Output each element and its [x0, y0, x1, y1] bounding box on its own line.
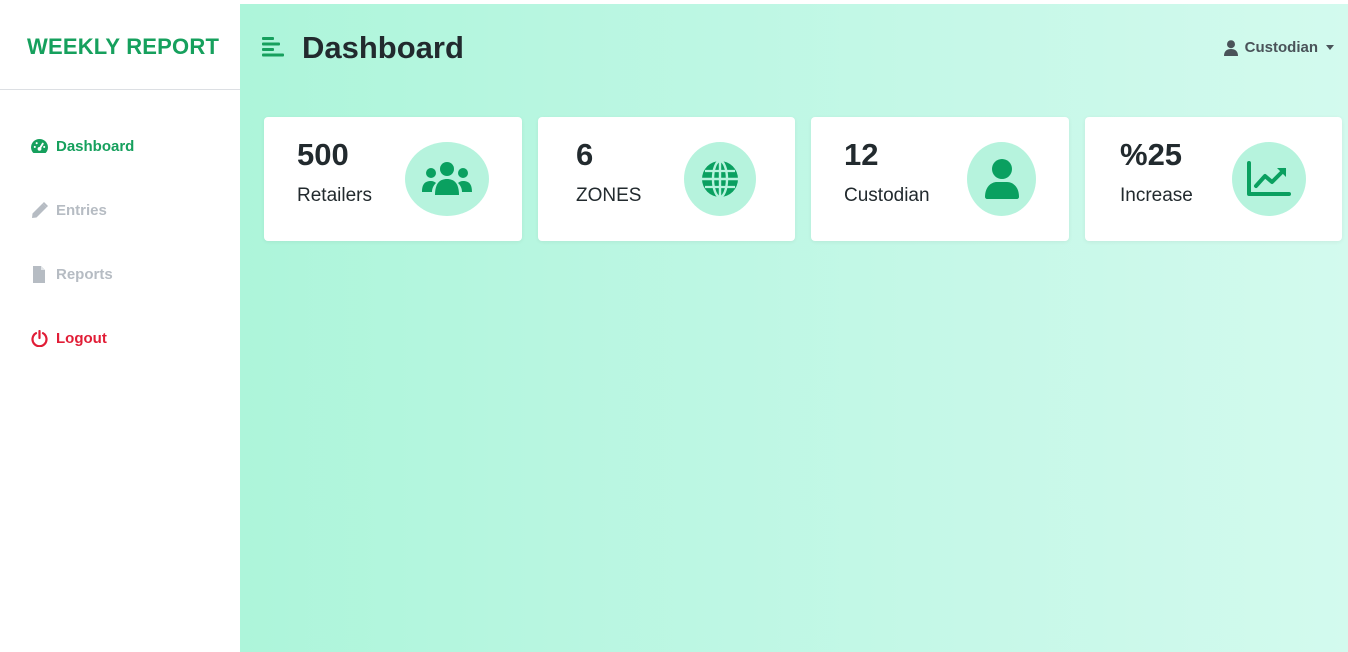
stat-label: Increase: [1120, 185, 1193, 206]
user-menu-dropdown[interactable]: Custodian: [1223, 39, 1334, 56]
gauge-icon: [29, 137, 49, 155]
stat-icon-circle: [684, 142, 756, 216]
stat-icon-circle: [967, 142, 1036, 216]
user-icon: [984, 159, 1019, 199]
sidebar-item-label: Logout: [56, 329, 107, 347]
top-header: Dashboard Custodian: [240, 4, 1348, 96]
sidebar-item-label: Dashboard: [56, 137, 135, 155]
user-icon: [1223, 39, 1238, 56]
globe-icon: [702, 159, 738, 199]
stat-card-increase[interactable]: %25 Increase: [1085, 117, 1342, 241]
sidebar-item-entries[interactable]: Entries: [0, 178, 240, 242]
power-icon: [29, 329, 49, 347]
file-icon: [29, 265, 49, 283]
stat-icon-circle: [405, 142, 489, 216]
brand-header: WEEKLY REPORT: [0, 4, 240, 90]
stat-value: %25: [1120, 137, 1183, 172]
stat-label: Custodian: [844, 185, 930, 206]
chart-line-icon: [1247, 161, 1291, 196]
stat-label: Retailers: [297, 185, 372, 206]
caret-down-icon: [1326, 45, 1334, 50]
sidebar-item-dashboard[interactable]: Dashboard: [0, 114, 240, 178]
stat-card-custodian[interactable]: 12 Custodian: [811, 117, 1069, 241]
stat-card-retailers[interactable]: 500 Retailers: [264, 117, 522, 241]
sidebar-item-reports[interactable]: Reports: [0, 242, 240, 306]
sidebar: WEEKLY REPORT Dashboard Entries Reports …: [0, 4, 240, 652]
stat-value: 6: [576, 137, 594, 172]
sidebar-item-logout[interactable]: Logout: [0, 306, 240, 370]
sidebar-item-label: Entries: [56, 201, 107, 219]
user-name: Custodian: [1244, 39, 1318, 56]
users-icon: [422, 162, 472, 195]
stat-card-zones[interactable]: 6 ZONES: [538, 117, 795, 241]
stat-icon-circle: [1232, 142, 1306, 216]
stat-label: ZONES: [576, 185, 642, 206]
main-content: Dashboard Custodian 500 Retailers 6 ZONE…: [240, 4, 1348, 652]
sidebar-item-label: Reports: [56, 265, 113, 283]
pencil-icon: [29, 201, 49, 219]
sidebar-nav: Dashboard Entries Reports Logout: [0, 90, 240, 370]
align-left-icon: [262, 37, 284, 57]
menu-toggle-button[interactable]: [262, 37, 286, 61]
brand-title[interactable]: WEEKLY REPORT: [27, 34, 219, 60]
page-title: Dashboard: [302, 30, 464, 65]
stat-value: 500: [297, 137, 349, 172]
stat-value: 12: [844, 137, 879, 172]
